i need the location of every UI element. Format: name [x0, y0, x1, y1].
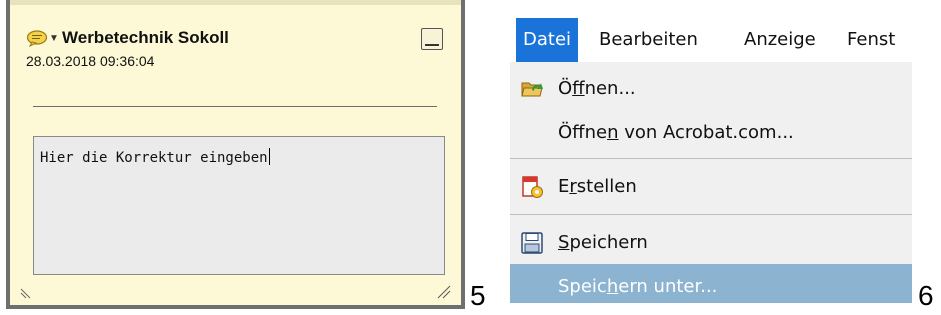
menu-item-label: Speichern — [558, 232, 648, 253]
create-pdf-icon — [522, 176, 543, 198]
menu-item-erstellen[interactable]: Erstellen — [510, 164, 912, 210]
menu-item-oeffnen-acrobat[interactable]: Öffnen von Acrobat.com... — [510, 110, 912, 156]
file-menu: Datei Bearbeiten Anzeige Fenst Öffnen...… — [510, 18, 912, 303]
menu-separator — [510, 158, 912, 159]
chevron-down-icon[interactable]: ▼ — [49, 33, 59, 44]
comment-timestamp: 28.03.2018 09:36:04 — [26, 53, 155, 69]
menu-item-label: Speichern unter... — [558, 276, 718, 297]
divider — [33, 106, 437, 107]
comment-text: Hier die Korrektur eingeben — [40, 150, 268, 166]
popup-top-strip — [10, 0, 461, 5]
comment-text-field[interactable]: Hier die Korrektur eingeben — [33, 136, 445, 275]
menu-item-speichern[interactable]: Speichern — [510, 220, 912, 266]
text-caret — [268, 148, 270, 165]
menu-item-label: Öffnen... — [558, 78, 636, 99]
menu-separator — [510, 214, 912, 215]
minimize-button[interactable] — [421, 28, 443, 50]
menu-item-label: Erstellen — [558, 176, 637, 197]
open-folder-icon — [521, 82, 543, 97]
resize-handle-left-icon[interactable] — [20, 287, 32, 299]
menu-item-speichern-unter[interactable]: Speichern unter... — [510, 264, 912, 303]
menu-item-oeffnen[interactable]: Öffnen... — [510, 66, 912, 112]
figure-number-right: 6 — [918, 280, 934, 311]
menu-item-label: Öffnen von Acrobat.com... — [558, 122, 794, 143]
menubar-item-fenster[interactable]: Fenst — [840, 18, 902, 62]
menubar-item-datei[interactable]: Datei — [516, 18, 579, 62]
floppy-disk-icon — [521, 232, 543, 254]
menubar: Datei Bearbeiten Anzeige Fenst — [510, 18, 912, 62]
comment-bubble-icon[interactable] — [26, 30, 48, 47]
popup-header: ▼ Werbetechnik Sokoll 28.03.2018 09:36:0… — [26, 16, 445, 69]
comment-popup: ▼ Werbetechnik Sokoll 28.03.2018 09:36:0… — [6, 0, 465, 309]
menubar-item-bearbeiten[interactable]: Bearbeiten — [592, 18, 705, 62]
menubar-item-anzeige[interactable]: Anzeige — [737, 18, 823, 62]
comment-author: Werbetechnik Sokoll — [62, 28, 229, 47]
resize-handle-right-icon[interactable] — [437, 285, 451, 299]
figure-number-left: 5 — [470, 280, 486, 311]
